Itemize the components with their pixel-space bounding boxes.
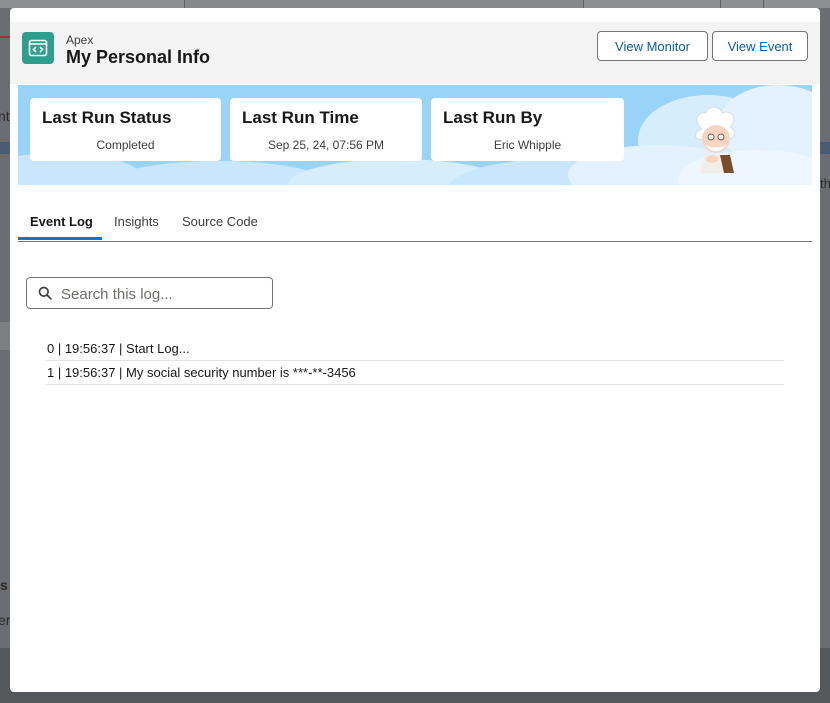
stat-card-last-run-by: Last Run By Eric Whipple — [431, 98, 624, 161]
search-icon — [38, 286, 52, 305]
log-entry: 1 | 19:56:37 | My social security number… — [46, 361, 784, 385]
stat-card-last-run-time: Last Run Time Sep 25, 24, 07:56 PM — [230, 98, 422, 161]
stat-card-title: Last Run Status — [42, 108, 172, 127]
stat-card-last-run-status: Last Run Status Completed — [30, 98, 221, 161]
active-tab-indicator — [18, 237, 102, 240]
background-text-fragment: er — [0, 612, 11, 628]
stat-card-value: Sep 25, 24, 07:56 PM — [267, 138, 385, 152]
background-tab-strip-right — [820, 142, 830, 154]
modal-header: Apex My Personal Info View Monitor View … — [10, 22, 820, 84]
search-input[interactable] — [59, 279, 268, 309]
background-text-fragment: nt — [0, 108, 10, 124]
background-text-fragment: s — [0, 577, 8, 593]
background-accent-line — [0, 36, 10, 38]
tab-insights[interactable]: Insights — [114, 214, 159, 229]
view-event-button[interactable]: View Event — [712, 31, 808, 61]
page-title: My Personal Info — [66, 47, 211, 67]
tab-bar: Event Log Insights Source Code — [18, 208, 812, 242]
view-monitor-button[interactable]: View Monitor — [597, 31, 708, 61]
stat-card-title: Last Run By — [443, 108, 543, 127]
stat-card-value: Completed — [96, 138, 155, 152]
stats-banner: Last Run Status Completed Last Run Time … — [18, 85, 812, 185]
event-log-list: 0 | 19:56:37 | Start Log... 1 | 19:56:37… — [46, 337, 784, 385]
log-search-field[interactable] — [26, 277, 273, 309]
header-eyebrow: Apex — [66, 33, 94, 47]
tab-event-log[interactable]: Event Log — [30, 214, 93, 229]
modal-dialog: Apex My Personal Info View Monitor View … — [10, 8, 820, 692]
log-entry: 0 | 19:56:37 | Start Log... — [46, 337, 784, 361]
code-window-icon — [22, 32, 54, 64]
background-text-fragment: th — [820, 176, 830, 191]
stat-card-title: Last Run Time — [242, 108, 359, 127]
tab-source-code[interactable]: Source Code — [182, 214, 258, 229]
background-tab-strip — [0, 142, 10, 154]
stat-card-value: Eric Whipple — [493, 138, 562, 152]
background-row-band — [0, 322, 10, 350]
